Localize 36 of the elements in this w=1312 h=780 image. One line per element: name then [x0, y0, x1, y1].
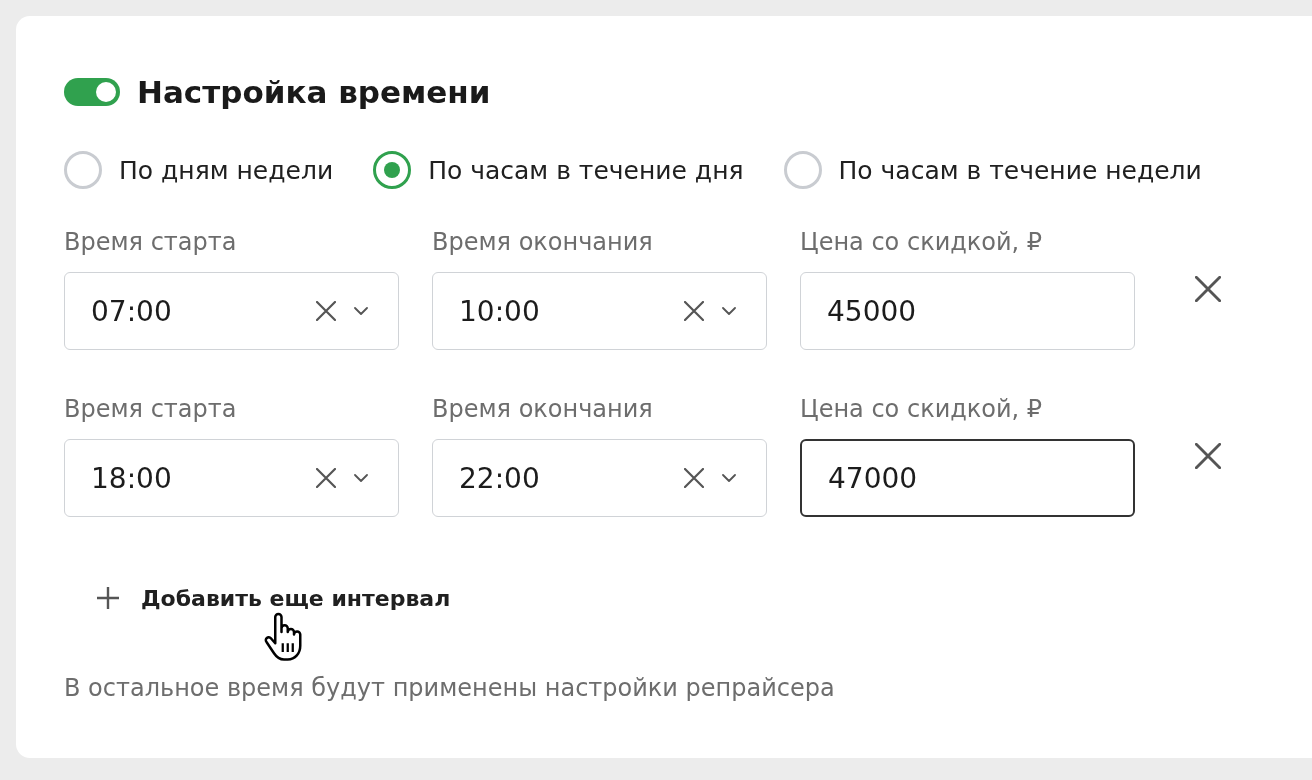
radio-icon[interactable] [64, 151, 102, 189]
remove-interval-button[interactable] [1195, 443, 1221, 469]
section-title: Настройка времени [137, 73, 491, 112]
close-icon [1195, 443, 1221, 469]
toggle-switch[interactable] [64, 78, 120, 106]
clear-icon[interactable] [316, 468, 336, 488]
chevron-down-icon [722, 307, 736, 315]
hand-cursor-icon [264, 612, 304, 662]
chevron-down-icon [722, 474, 736, 482]
clear-icon[interactable] [684, 301, 704, 321]
time-select[interactable]: 10:00 [432, 272, 767, 350]
time-select[interactable]: 07:00 [64, 272, 399, 350]
radio-icon[interactable] [373, 151, 412, 189]
time-select[interactable]: 22:00 [432, 439, 767, 517]
radio-icon[interactable] [783, 151, 822, 189]
price-input[interactable]: 45000 [800, 272, 1135, 350]
close-icon [1195, 276, 1221, 302]
price-input[interactable]: 47000 [800, 439, 1135, 517]
field-label: Время окончания [432, 395, 654, 423]
remove-interval-button[interactable] [1195, 276, 1221, 302]
field-label: Цена со скидкой, ₽ [800, 395, 1044, 423]
field-label: Время старта [64, 395, 238, 423]
chevron-down-icon [354, 307, 368, 315]
clear-icon[interactable] [316, 301, 336, 321]
radio-option[interactable]: По часам в течение недели [783, 151, 1202, 189]
chevron-down-icon [354, 474, 368, 482]
time-select[interactable]: 18:00 [64, 439, 399, 517]
footer-note: В остальное время будут применены настройки репрайсера [64, 674, 836, 702]
radio-option[interactable]: По часам в течение дня [373, 151, 744, 189]
field-label: Время окончания [432, 228, 654, 256]
radio-option[interactable]: По дням недели [64, 151, 334, 189]
add-interval-button[interactable]: Добавить еще интервал [84, 576, 463, 620]
plus-icon [96, 586, 120, 610]
clear-icon[interactable] [684, 468, 704, 488]
field-label: Время старта [64, 228, 238, 256]
field-label: Цена со скидкой, ₽ [800, 228, 1044, 256]
